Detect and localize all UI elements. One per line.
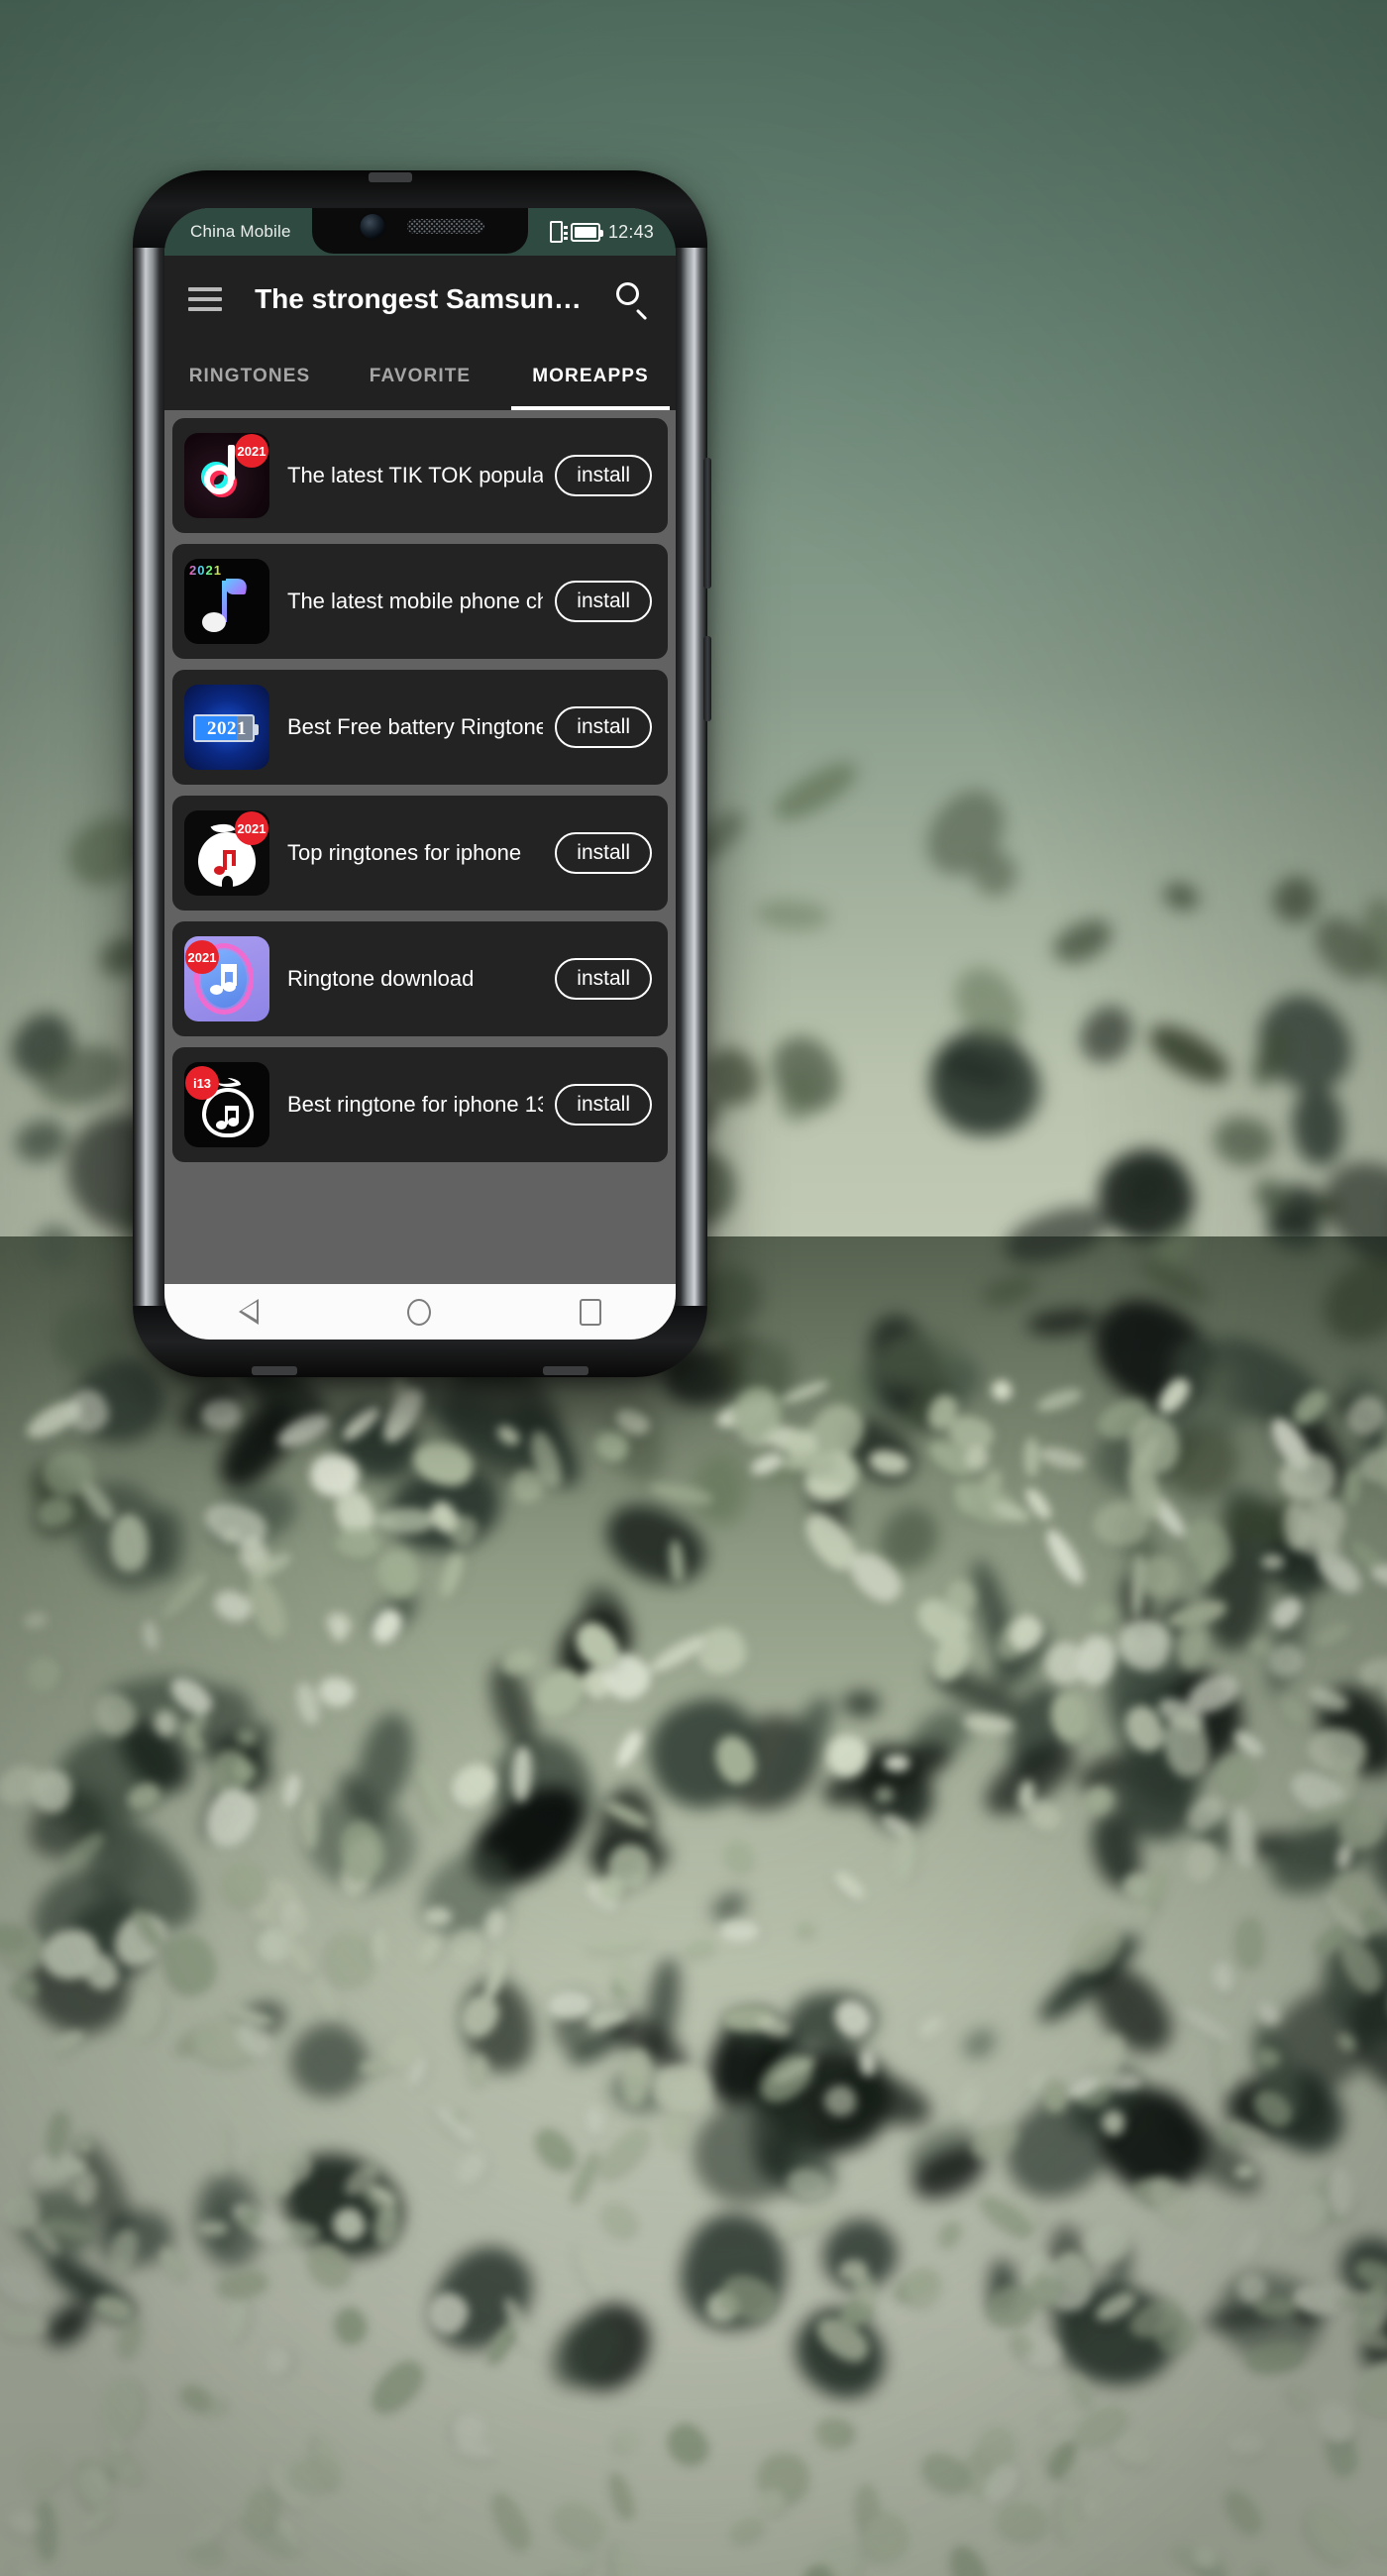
badge-label: i13 (185, 1066, 219, 1100)
phone-device: China Mobile 12:43 The strongest Samsun…… (133, 170, 711, 1377)
antenna-line-top (369, 172, 412, 182)
badge-label: 2021 (235, 811, 268, 845)
list-item-title: Best ringtone for iphone 13 iph… (287, 1092, 544, 1117)
front-camera-icon (360, 214, 385, 239)
list-item-title: Ringtone download (287, 966, 475, 991)
badge-label: 2021 (207, 718, 247, 739)
android-nav-bar (164, 1284, 676, 1340)
itunes-note-icon: 2021 (184, 936, 269, 1021)
antenna-line-bottom-left (252, 1366, 297, 1375)
search-icon[interactable] (614, 281, 650, 321)
list-item[interactable]: 2021 Top ringtones for iphone install (172, 796, 668, 911)
tab-bar: RINGTONES FAVORITE MOREAPPS (164, 343, 676, 410)
volume-button[interactable] (703, 458, 711, 589)
tab-ringtones[interactable]: RINGTONES (164, 343, 335, 410)
app-list[interactable]: 2021 The latest TIK TOK popular ring… in… (164, 410, 676, 1284)
install-button[interactable]: install (555, 1084, 652, 1126)
install-button[interactable]: install (555, 706, 652, 748)
apple-outline-note-icon: i13 (184, 1062, 269, 1147)
phone-screen: China Mobile 12:43 The strongest Samsun…… (164, 208, 676, 1340)
hamburger-menu-icon[interactable] (188, 287, 222, 311)
install-button[interactable]: install (555, 455, 652, 496)
music-note-icon: 2021 (184, 559, 269, 644)
page-title: The strongest Samsun… (255, 283, 582, 314)
apple-music-icon: 2021 (184, 810, 269, 896)
badge-label: 2021 (235, 434, 268, 468)
install-button[interactable]: install (555, 832, 652, 874)
badge-label: 2021 (189, 563, 222, 578)
earpiece-speaker-icon (407, 219, 484, 234)
tiktok-note-icon: 2021 (184, 433, 269, 518)
tab-moreapps[interactable]: MOREAPPS (505, 343, 676, 410)
app-bar: The strongest Samsun… (164, 256, 676, 343)
list-item[interactable]: 2021 Ringtone download install (172, 921, 668, 1036)
badge-label: 2021 (185, 940, 219, 974)
tab-favorite[interactable]: FAVORITE (335, 343, 505, 410)
list-item[interactable]: 2021 The latest mobile phone chargi… ins… (172, 544, 668, 659)
install-button[interactable]: install (555, 958, 652, 1000)
list-item[interactable]: 2021 The latest TIK TOK popular ring… in… (172, 418, 668, 533)
list-item-title: The latest mobile phone chargi… (287, 589, 544, 613)
list-item-title: The latest TIK TOK popular ring… (287, 463, 544, 487)
notch-area (164, 208, 676, 256)
antenna-line-bottom-right (543, 1366, 588, 1375)
list-item-title: Best Free battery Ringtones 20… (287, 714, 544, 739)
power-button[interactable] (703, 636, 711, 721)
list-item[interactable]: 2021 Best Free battery Ringtones 20… ins… (172, 670, 668, 785)
recents-square-icon[interactable] (580, 1298, 601, 1326)
list-item-title: Top ringtones for iphone (287, 840, 522, 865)
list-item[interactable]: i13 Best ringtone for iphone 13 iph… ins… (172, 1047, 668, 1162)
battery-2021-icon: 2021 (184, 685, 269, 770)
back-triangle-icon[interactable] (239, 1299, 259, 1325)
install-button[interactable]: install (555, 581, 652, 622)
home-circle-icon[interactable] (407, 1298, 431, 1326)
